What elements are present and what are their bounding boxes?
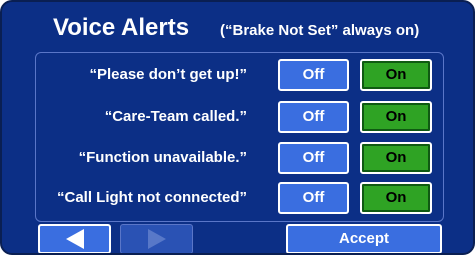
voice-alerts-screen: Voice Alerts (“Brake Not Set” always on)… bbox=[0, 0, 475, 255]
alert-row-call-light-not-connected: “Call Light not connected” Off On bbox=[36, 180, 443, 216]
page-subtitle: (“Brake Not Set” always on) bbox=[220, 22, 420, 39]
alert-label: “Please don’t get up!” bbox=[89, 66, 247, 83]
alert-on-button[interactable]: On bbox=[360, 59, 432, 91]
alert-on-button[interactable]: On bbox=[360, 182, 432, 214]
alert-label: “Function unavailable.” bbox=[78, 149, 247, 166]
right-arrow-icon bbox=[147, 229, 166, 249]
previous-page-button[interactable] bbox=[38, 224, 111, 253]
next-page-button[interactable] bbox=[120, 224, 193, 253]
alert-row-please-dont-get-up: “Please don’t get up!” Off On bbox=[36, 57, 443, 93]
alert-off-button[interactable]: Off bbox=[278, 101, 349, 133]
alerts-panel: “Please don’t get up!” Off On “Care-Team… bbox=[35, 52, 444, 222]
alert-row-care-team-called: “Care-Team called.” Off On bbox=[36, 99, 443, 135]
alert-off-button[interactable]: Off bbox=[278, 142, 349, 174]
alert-off-button[interactable]: Off bbox=[278, 182, 349, 214]
alert-label: “Care-Team called.” bbox=[104, 108, 247, 125]
alert-on-button[interactable]: On bbox=[360, 142, 432, 174]
alert-row-function-unavailable: “Function unavailable.” Off On bbox=[36, 140, 443, 176]
page-title: Voice Alerts bbox=[53, 14, 190, 41]
alert-label: “Call Light not connected” bbox=[57, 189, 247, 206]
accept-button[interactable]: Accept bbox=[286, 224, 442, 253]
alert-off-button[interactable]: Off bbox=[278, 59, 349, 91]
left-arrow-icon bbox=[65, 229, 84, 249]
alert-on-button[interactable]: On bbox=[360, 101, 432, 133]
